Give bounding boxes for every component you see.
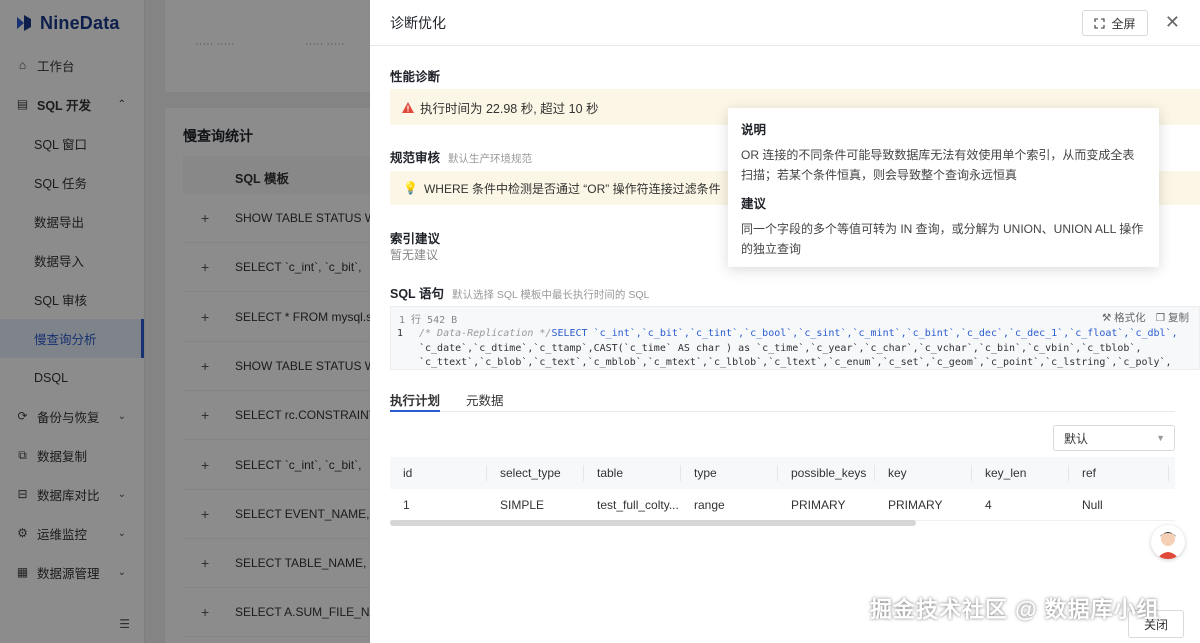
table-cell: range — [694, 497, 725, 512]
table-cell: SIMPLE — [500, 497, 545, 512]
app-root: NineData ⌂ 工作台 ▤ SQL 开发 ⌃ SQL 窗口 SQL 任务 数据导出 数据导… — [0, 0, 1200, 643]
table-cell: 4 — [985, 497, 992, 512]
lightbulb-icon: 💡 — [403, 181, 418, 195]
popover-desc-text: OR 连接的不同条件可能导致数据库无法有效使用单个索引，从而变成全表扫描；若某个… — [741, 148, 1135, 182]
table-cell: test_full_colty... — [597, 497, 679, 512]
execution-plan-table: id select_type table type possible_keys key ke… — [390, 457, 1175, 521]
column-header[interactable]: key_len — [972, 457, 1069, 489]
perf-diagnosis-title: 性能诊断 — [390, 70, 441, 84]
code-line-2: `c_date`,`c_dtime`,`c_ttamp`,CAST(`c_tim… — [419, 342, 1142, 354]
close-icon[interactable]: ✕ — [1165, 12, 1180, 32]
warning-icon — [402, 101, 414, 113]
column-header[interactable]: ref — [1069, 457, 1169, 489]
column-header[interactable]: id — [390, 457, 487, 489]
norm-review-label: 规范审核 — [390, 151, 441, 165]
rule-explanation-popover: 说明 OR 连接的不同条件可能导致数据库无法有效使用单个索引，从而变成全表扫描；… — [728, 108, 1159, 267]
code-line-3: `c_ttext`,`c_blob`,`c_text`,`c_mblob`,`c… — [419, 357, 1172, 368]
horizontal-scrollbar[interactable] — [390, 520, 916, 526]
norm-tip-text: WHERE 条件中检测是否通过 “OR” 操作符连接过滤条件 — [423, 181, 721, 196]
drawer-header: 诊断优化 全屏 ✕ — [370, 0, 1200, 46]
table-header-row: id select_type table type possible_keys key ke… — [390, 457, 1175, 489]
result-tabs: 执行计划 元数据 — [390, 383, 1175, 412]
table-row: 1 SIMPLE test_full_colty... range PRIMARY PRI… — [390, 489, 1175, 521]
tab-metadata[interactable]: 元数据 — [466, 383, 504, 411]
popover-suggest-text: 同一个字段的多个等值可转为 IN 查询，或分解为 UNION、UNION ALL… — [741, 222, 1144, 256]
sql-code-block[interactable]: 1 行 542 B ⚒ 格式化 ❐ 复制 1 /* Data-Replicatio… — [390, 306, 1200, 370]
sql-statement-subtitle: 默认选择 SQL 模板中最长执行时间的 SQL — [451, 289, 650, 301]
code-toolbar: ⚒ 格式化 ❐ 复制 — [1102, 310, 1189, 325]
line-number: 1 — [397, 328, 404, 339]
perf-warning-text: 执行时间为 22.98 秒, 超过 10 秒 — [420, 101, 599, 116]
select-value: 默认 — [1064, 431, 1089, 446]
watermark: 掘金技术社区 @ 数据库小组 — [870, 597, 1160, 622]
table-cell: PRIMARY — [791, 497, 846, 512]
fullscreen-label: 全屏 — [1111, 16, 1136, 31]
norm-review-subtitle: 默认生产环境规范 — [448, 153, 533, 165]
sql-statement-title: SQL 语句 默认选择 SQL 模板中最长执行时间的 SQL — [390, 283, 649, 302]
code-line-1: SELECT `c_int`,`c_bit`,`c_tint`,`c_bool`… — [551, 328, 1178, 339]
plan-format-select[interactable]: 默认 ▼ — [1053, 425, 1175, 451]
table-cell: 1 — [403, 497, 410, 512]
code-lines: 1 /* Data-Replication */SELECT `c_int`,`c… — [397, 327, 1193, 371]
column-header[interactable]: possible_keys — [778, 457, 875, 489]
diagnosis-drawer: 诊断优化 全屏 ✕ 性能诊断 执行时间为 22.98 秒, 超过 10 秒 规范… — [370, 0, 1200, 643]
table-cell: Null — [1082, 497, 1103, 512]
index-suggest-empty: 暂无建议 — [390, 248, 439, 262]
norm-review-title: 规范审核 默认生产环境规范 — [390, 147, 532, 166]
popover-desc-title: 说明 — [741, 123, 767, 137]
format-label: 格式化 — [1114, 312, 1146, 324]
index-suggest-title: 索引建议 — [390, 232, 441, 246]
copy-button[interactable]: ❐ 复制 — [1156, 310, 1189, 325]
fullscreen-icon — [1094, 17, 1106, 29]
chevron-down-icon: ▼ — [1156, 433, 1165, 443]
code-comment: /* Data-Replication */ — [419, 328, 552, 339]
drawer-title: 诊断优化 — [390, 14, 446, 31]
popover-suggest-title: 建议 — [741, 197, 767, 211]
copy-label: 复制 — [1168, 312, 1189, 324]
column-header[interactable]: key — [875, 457, 972, 489]
column-header[interactable]: select_type — [487, 457, 584, 489]
format-button[interactable]: ⚒ 格式化 — [1102, 310, 1146, 325]
table-cell: PRIMARY — [888, 497, 943, 512]
sql-statement-label: SQL 语句 — [390, 287, 444, 301]
fullscreen-button[interactable]: 全屏 — [1082, 10, 1148, 36]
code-meta: 1 行 542 B — [399, 315, 458, 326]
assistant-avatar[interactable] — [1151, 525, 1185, 559]
tab-execution-plan[interactable]: 执行计划 — [390, 383, 441, 412]
column-header[interactable]: type — [681, 457, 778, 489]
column-header[interactable]: table — [584, 457, 681, 489]
